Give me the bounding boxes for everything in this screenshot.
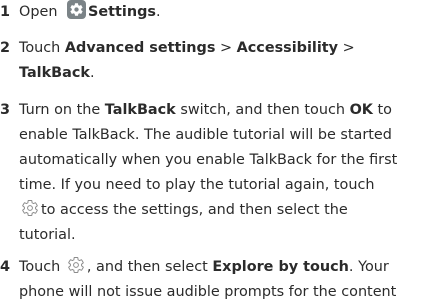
step-2: 2 Touch Advanced settings > Accessibilit… xyxy=(0,36,421,86)
step-3-line-1: Turn on the TalkBack switch, and then to… xyxy=(19,102,392,118)
step-4-line-2: phone will not issue audible prompts for… xyxy=(19,284,397,300)
step-3-line-6: tutorial. xyxy=(19,227,76,243)
step-number: 4 xyxy=(0,259,11,275)
gear-outline-icon xyxy=(22,200,38,217)
gear-outline-icon xyxy=(68,257,84,274)
step-number: 3 xyxy=(0,102,11,118)
step-4: 4 Touch , and then select Explore by tou… xyxy=(0,255,421,305)
step-1-line-1: Open Settings. xyxy=(19,0,421,25)
step-3-line-4: time. If you need to play the tutorial a… xyxy=(19,177,375,193)
step-4-line-1: Touch , and then select Explore by touch… xyxy=(19,255,421,280)
step-3-line-3: automatically when you enable TalkBack f… xyxy=(19,152,398,168)
step-3: 3 Turn on the TalkBack switch, and then … xyxy=(0,98,421,248)
step-3-line-5: to access the settings, and then select … xyxy=(19,198,421,223)
step-2-line-1: Touch Advanced settings > Accessibility … xyxy=(19,40,355,56)
instruction-page: 1 Open Settings. 2 Touch Advanced settin… xyxy=(0,0,421,306)
settings-app-icon xyxy=(67,0,87,19)
step-number: 2 xyxy=(0,40,11,56)
step-1: 1 Open Settings. xyxy=(0,0,421,25)
step-3-line-2: enable TalkBack. The audible tutorial wi… xyxy=(19,127,392,143)
step-2-line-2: TalkBack. xyxy=(19,65,95,81)
step-number: 1 xyxy=(0,4,11,20)
